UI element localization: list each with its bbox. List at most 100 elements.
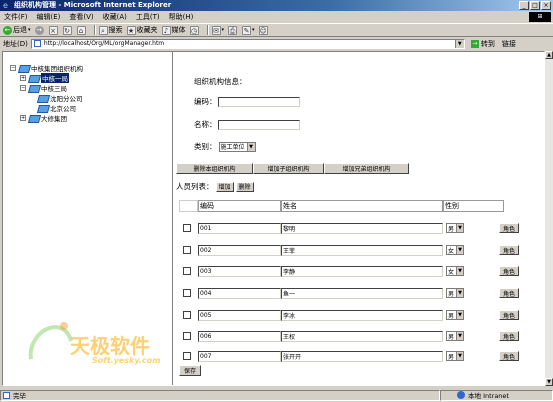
messenger-button[interactable]: ☺ — [258, 25, 269, 35]
add-child-org-button[interactable]: 增加子组织机构 — [253, 163, 324, 174]
tree-root[interactable]: − 中核集团组织机构 — [10, 63, 83, 73]
row-checkbox[interactable] — [183, 352, 191, 360]
save-button[interactable]: 保存 — [179, 365, 201, 376]
staff-name-input[interactable]: 王菲 — [281, 244, 443, 256]
close-button[interactable]: × — [541, 1, 551, 10]
menu-bar: 文件(F) 编辑(E) 查看(V) 收藏(A) 工具(T) 帮助(H) ⊞ — [0, 11, 553, 23]
chevron-down-icon[interactable]: ▼ — [454, 39, 464, 48]
role-button[interactable]: 角色 — [499, 266, 520, 276]
role-button[interactable]: 角色 — [499, 223, 520, 233]
staff-name-input[interactable]: 黎明 — [281, 222, 443, 234]
gender-select[interactable]: 男 ▼ — [446, 351, 465, 361]
chevron-down-icon: ▼ — [456, 267, 464, 275]
gender-select[interactable]: 男 ▼ — [446, 288, 465, 298]
row-checkbox[interactable] — [183, 332, 191, 340]
go-button[interactable]: → 转到 — [470, 39, 495, 49]
org-type-value: 施工单位 — [220, 144, 245, 151]
org-name-input[interactable] — [217, 119, 300, 130]
staff-code-input[interactable]: 004 — [198, 287, 281, 299]
expand-icon[interactable]: + — [20, 115, 26, 121]
tree-node-3[interactable]: 沈阳分公司 — [37, 93, 83, 103]
mail-icon: ✉ — [211, 25, 221, 35]
maximize-button[interactable]: □ — [530, 1, 540, 10]
row-checkbox[interactable] — [183, 311, 191, 319]
staff-name-input[interactable]: 王权 — [281, 330, 443, 342]
table-row: 002 王菲 女 ▼ 角色 — [179, 243, 539, 257]
row-checkbox[interactable] — [183, 289, 191, 297]
favorites-button[interactable]: ★ 收藏夹 — [126, 25, 158, 35]
header-select-col — [179, 200, 198, 212]
scroll-up-icon[interactable]: ▲ — [545, 51, 553, 59]
tree-node-2[interactable]: − 中核三局 — [20, 83, 67, 93]
mail-button[interactable]: ✉ ▾ — [211, 25, 224, 35]
staff-code-input[interactable]: 007 — [198, 350, 281, 362]
home-button[interactable]: ⌂ — [76, 25, 87, 35]
gender-value: 男 — [448, 353, 455, 361]
tree-node-4[interactable]: 北京公司 — [37, 103, 76, 113]
menu-tools[interactable]: 工具(T) — [136, 12, 160, 22]
back-button[interactable]: ← 后退 ▾ — [3, 25, 31, 35]
delete-org-button[interactable]: 删除本组织机构 — [176, 163, 253, 174]
gender-select[interactable]: 女 ▼ — [446, 266, 465, 276]
gender-value: 男 — [448, 333, 455, 341]
add-sibling-org-button[interactable]: 增加兄弟组织机构 — [324, 163, 409, 174]
menu-view[interactable]: 查看(V) — [69, 12, 93, 22]
gender-select[interactable]: 男 ▼ — [446, 310, 465, 320]
media-icon: ♪ — [161, 25, 171, 35]
staff-code-input[interactable]: 005 — [198, 309, 281, 321]
zone-pane: 本地 Intranet — [440, 389, 553, 401]
page-icon — [33, 40, 41, 47]
staff-code-input[interactable]: 002 — [198, 244, 281, 256]
menu-help[interactable]: 帮助(H) — [169, 12, 194, 22]
row-checkbox[interactable] — [183, 224, 191, 232]
table-row: 004 鱼一 男 ▼ 角色 — [179, 286, 539, 300]
forward-button[interactable]: → — [34, 25, 45, 35]
collapse-icon[interactable]: − — [10, 65, 16, 71]
row-checkbox[interactable] — [183, 246, 191, 254]
org-folder-icon — [28, 74, 39, 82]
staff-code-input[interactable]: 003 — [198, 265, 281, 277]
links-button[interactable]: 链接 — [502, 39, 516, 49]
menu-favorites[interactable]: 收藏(A) — [103, 12, 127, 22]
role-button[interactable]: 角色 — [499, 310, 520, 320]
tree-node-1[interactable]: + 中核一局 — [20, 73, 69, 83]
staff-code-input[interactable]: 006 — [198, 330, 281, 342]
staff-name-input[interactable]: 李冰 — [281, 309, 443, 321]
role-button[interactable]: 角色 — [499, 288, 520, 298]
delete-staff-button[interactable]: 删除 — [235, 181, 254, 192]
stop-button[interactable]: × — [48, 25, 59, 35]
add-staff-button[interactable]: 增加 — [215, 181, 234, 192]
staff-name-input[interactable]: 张开开 — [281, 350, 443, 362]
menu-file[interactable]: 文件(F) — [4, 12, 28, 22]
tree-node-5[interactable]: + 大修集团 — [20, 113, 67, 123]
expand-icon[interactable]: + — [20, 75, 26, 81]
edit-button[interactable]: ✎ ▾ — [242, 25, 255, 35]
role-button[interactable]: 角色 — [499, 351, 520, 361]
org-type-select[interactable]: 施工单位 ▼ — [218, 141, 256, 152]
staff-name-input[interactable]: 李静 — [281, 265, 443, 277]
address-input[interactable]: http://localhost/Org/ML/orgManager.htm ▼ — [30, 38, 465, 49]
vertical-scrollbar[interactable]: ▲ ▼ — [545, 51, 553, 386]
role-button[interactable]: 角色 — [499, 245, 520, 255]
gender-select[interactable]: 男 ▼ — [446, 331, 465, 341]
org-actions: 删除本组织机构 增加子组织机构 增加兄弟组织机构 — [176, 163, 409, 174]
gender-select[interactable]: 女 ▼ — [446, 245, 465, 255]
history-button[interactable]: ◷ — [189, 25, 200, 35]
gender-select[interactable]: 男 ▼ — [446, 223, 465, 233]
minimize-button[interactable]: _ — [519, 1, 529, 10]
collapse-icon[interactable]: − — [20, 85, 26, 91]
scroll-down-icon[interactable]: ▼ — [545, 378, 553, 386]
media-button[interactable]: ♪ 媒体 — [161, 25, 186, 35]
menu-edit[interactable]: 编辑(E) — [37, 12, 61, 22]
role-button[interactable]: 角色 — [499, 331, 520, 341]
refresh-button[interactable]: ↻ — [62, 25, 73, 35]
window-titlebar[interactable]: e 组织机构管理 - Microsoft Internet Explorer _… — [0, 0, 553, 11]
row-checkbox[interactable] — [183, 267, 191, 275]
intranet-icon — [457, 391, 465, 399]
org-code-input[interactable] — [217, 96, 300, 107]
toolbar-separator — [93, 25, 96, 35]
search-button[interactable]: ⌕ 搜索 — [98, 25, 123, 35]
staff-name-input[interactable]: 鱼一 — [281, 287, 443, 299]
staff-code-input[interactable]: 001 — [198, 222, 281, 234]
print-button[interactable]: ⎙ — [228, 25, 238, 35]
